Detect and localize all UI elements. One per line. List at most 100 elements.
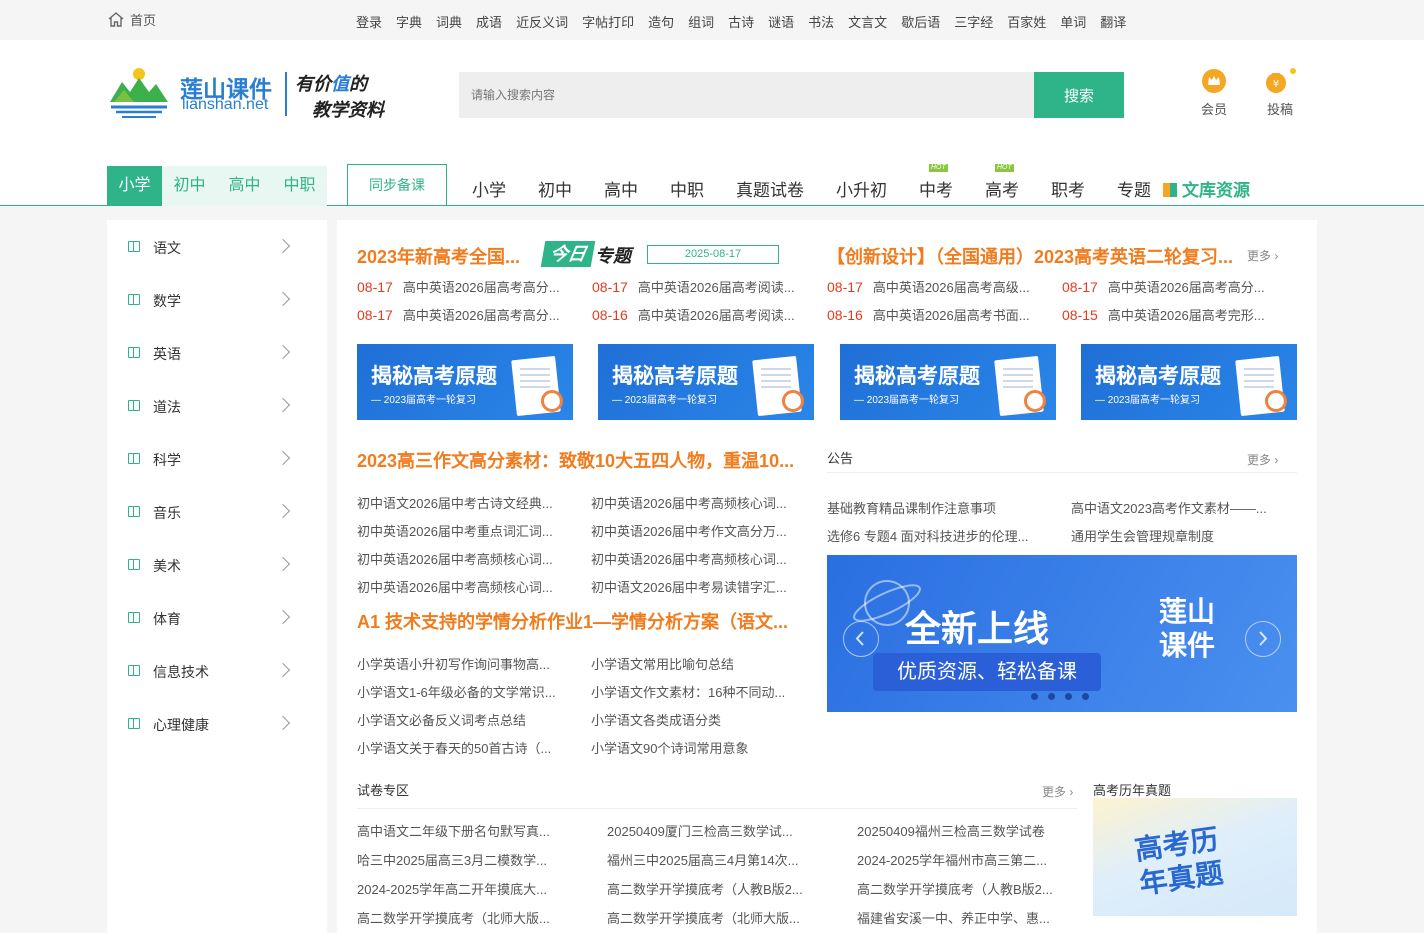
paper-item[interactable]: 福州三中2025届高三4月第14次... — [607, 850, 825, 869]
notice-item[interactable]: 高中语文2023高考作文素材——... — [1071, 498, 1293, 517]
top-link[interactable]: 组词 — [688, 12, 714, 31]
top-link[interactable]: 翻译 — [1100, 12, 1126, 31]
paper-item[interactable]: 哈三中2025届高三3月二模数学... — [357, 850, 575, 869]
papers-more-link[interactable]: 更多 › — [1042, 783, 1073, 800]
nav-item[interactable]: 中职 — [670, 176, 704, 201]
top-link[interactable]: 文言文 — [848, 12, 887, 31]
carousel-next-button[interactable] — [1245, 621, 1281, 657]
sidebar-item[interactable]: 心理健康 — [107, 709, 327, 739]
essay-item[interactable]: 初中语文2026届中考易读错字汇... — [591, 577, 809, 596]
top-link[interactable]: 成语 — [476, 12, 502, 31]
carousel-dot[interactable] — [1065, 693, 1072, 700]
paper-item[interactable]: 2024-2025学年高二开年摸底大... — [357, 879, 575, 898]
top-link[interactable]: 书法 — [808, 12, 834, 31]
sidebar-item[interactable]: 体育 — [107, 603, 327, 633]
sync-prep-tab[interactable]: 同步备课 — [347, 164, 447, 205]
carousel-prev-button[interactable] — [843, 621, 879, 657]
top-link[interactable]: 百家姓 — [1007, 12, 1046, 31]
sidebar-item[interactable]: 美术 — [107, 550, 327, 580]
nav-item[interactable]: 职考 — [1051, 176, 1085, 201]
ai-item[interactable]: 小学语文各类成语分类 — [591, 710, 809, 729]
grade-tab[interactable]: 中职 — [272, 166, 327, 206]
grade-tab[interactable]: 高中 — [217, 166, 272, 206]
ai-item[interactable]: 小学语文作文素材：16种不同动... — [591, 682, 809, 701]
exam-banner[interactable]: 揭秘高考原题 — 2023届高考一轮复习 — [357, 344, 573, 420]
sidebar-item[interactable]: 科学 — [107, 444, 327, 474]
notice-item[interactable]: 基础教育精品课制作注意事项 — [827, 498, 1049, 517]
essay-item[interactable]: 初中英语2026届中考高频核心词... — [591, 549, 809, 568]
paper-item[interactable]: 20250409厦门三检高三数学试... — [607, 821, 825, 840]
nav-item[interactable]: 小学 — [472, 176, 506, 201]
nav-item[interactable]: 中考 HOT — [919, 164, 953, 201]
notice-more-link[interactable]: 更多 › — [1247, 451, 1278, 468]
sidebar-item[interactable]: 信息技术 — [107, 656, 327, 686]
paper-item[interactable]: 20250409福州三检高三数学试卷 — [857, 821, 1075, 840]
top-link[interactable]: 字帖打印 — [582, 12, 634, 31]
top-link[interactable]: 古诗 — [728, 12, 754, 31]
search-input[interactable] — [459, 72, 1035, 118]
search-button[interactable]: 搜索 — [1034, 72, 1124, 118]
top-link[interactable]: 歇后语 — [901, 12, 940, 31]
submit-link[interactable]: ¥ 投稿 — [1262, 66, 1298, 118]
top-link[interactable]: 谜语 — [768, 12, 794, 31]
top-link[interactable]: 字典 — [396, 12, 422, 31]
essay-title[interactable]: 2023高三作文高分素材：致敬10大五四人物，重温10... — [357, 447, 809, 473]
ai-title[interactable]: A1 技术支持的学情分析作业1—学情分析方案（语文... — [357, 608, 809, 634]
ai-item[interactable]: 小学语文常用比喻句总结 — [591, 654, 809, 673]
featured-item[interactable]: 08-17 高中英语2026届高考高分... — [357, 277, 579, 296]
nav-item[interactable]: 高中 — [604, 176, 638, 201]
sidebar-item[interactable]: 数学 — [107, 285, 327, 315]
paper-item[interactable]: 福建省安溪一中、养正中学、惠... — [857, 908, 1075, 927]
featured-more-link[interactable]: 更多 › — [1247, 247, 1278, 264]
logo[interactable]: 莲山课件 lianshan.net 有价值的 教学资料 — [108, 66, 398, 122]
nav-item[interactable]: 高考 HOT — [985, 164, 1019, 201]
featured-title-left[interactable]: 2023年新高考全国... — [357, 243, 537, 269]
sidebar-item[interactable]: 语文 — [107, 232, 327, 262]
ai-item[interactable]: 小学语文1-6年级必备的文学常识... — [357, 682, 575, 701]
top-link[interactable]: 三字经 — [954, 12, 993, 31]
top-link[interactable]: 造句 — [648, 12, 674, 31]
paper-item[interactable]: 高二数学开学摸底考（北师大版... — [357, 908, 575, 927]
top-link[interactable]: 登录 — [356, 12, 382, 31]
exam-banner[interactable]: 揭秘高考原题 — 2023届高考一轮复习 — [598, 344, 814, 420]
nav-item[interactable]: 初中 — [538, 176, 572, 201]
featured-item[interactable]: 08-15 高中英语2026届高考完形... — [1062, 305, 1284, 324]
paper-item[interactable]: 高二数学开学摸底考（人教B版2... — [607, 879, 825, 898]
grade-tab[interactable]: 初中 — [162, 166, 217, 206]
featured-item[interactable]: 08-17 高中英语2026届高考阅读... — [592, 277, 814, 296]
featured-title-right[interactable]: 【创新设计】（全国通用）2023高考英语二轮复习... — [827, 243, 1253, 269]
grade-tab[interactable]: 小学 — [107, 166, 162, 206]
nav-item[interactable]: 真题试卷 — [736, 176, 804, 201]
ai-item[interactable]: 小学语文关于春天的50首古诗（... — [357, 738, 575, 757]
essay-item[interactable]: 初中英语2026届中考作文高分万... — [591, 521, 809, 540]
promo-carousel[interactable]: 全新上线 优质资源、轻松备课 莲山 课件 — [827, 555, 1297, 712]
wenku-link[interactable]: 文库资源 — [1163, 176, 1250, 201]
nav-item[interactable]: 小升初 — [836, 176, 887, 201]
carousel-dot[interactable] — [1031, 693, 1038, 700]
top-link[interactable]: 词典 — [436, 12, 462, 31]
featured-item[interactable]: 08-17 高中英语2026届高考高分... — [1062, 277, 1284, 296]
featured-item[interactable]: 08-17 高中英语2026届高考高级... — [827, 277, 1049, 296]
home-link[interactable]: 首页 — [108, 10, 156, 29]
sidebar-item[interactable]: 道法 — [107, 391, 327, 421]
essay-item[interactable]: 初中英语2026届中考重点词汇词... — [357, 521, 575, 540]
essay-item[interactable]: 初中语文2026届中考古诗文经典... — [357, 493, 575, 512]
top-link[interactable]: 近反义词 — [516, 12, 568, 31]
essay-item[interactable]: 初中英语2026届中考高频核心词... — [591, 493, 809, 512]
featured-item[interactable]: 08-16 高中英语2026届高考书面... — [827, 305, 1049, 324]
ai-item[interactable]: 小学语文90个诗词常用意象 — [591, 738, 809, 757]
notice-item[interactable]: 选修6 专题4 面对科技进步的伦理... — [827, 526, 1049, 545]
paper-item[interactable]: 高二数学开学摸底考（人教B版2... — [857, 879, 1075, 898]
carousel-dot[interactable] — [1082, 693, 1089, 700]
featured-item[interactable]: 08-16 高中英语2026届高考阅读... — [592, 305, 814, 324]
top-link[interactable]: 单词 — [1060, 12, 1086, 31]
featured-item[interactable]: 08-17 高中英语2026届高考高分... — [357, 305, 579, 324]
exam-banner[interactable]: 揭秘高考原题 — 2023届高考一轮复习 — [1081, 344, 1297, 420]
gaokao-banner[interactable]: 高考历 年真题 — [1093, 798, 1297, 916]
sidebar-item[interactable]: 英语 — [107, 338, 327, 368]
exam-banner[interactable]: 揭秘高考原题 — 2023届高考一轮复习 — [840, 344, 1056, 420]
essay-item[interactable]: 初中英语2026届中考高频核心词... — [357, 549, 575, 568]
ai-item[interactable]: 小学英语小升初写作询问事物高... — [357, 654, 575, 673]
paper-item[interactable]: 2024-2025学年福州市高三第二... — [857, 850, 1075, 869]
ai-item[interactable]: 小学语文必备反义词考点总结 — [357, 710, 575, 729]
